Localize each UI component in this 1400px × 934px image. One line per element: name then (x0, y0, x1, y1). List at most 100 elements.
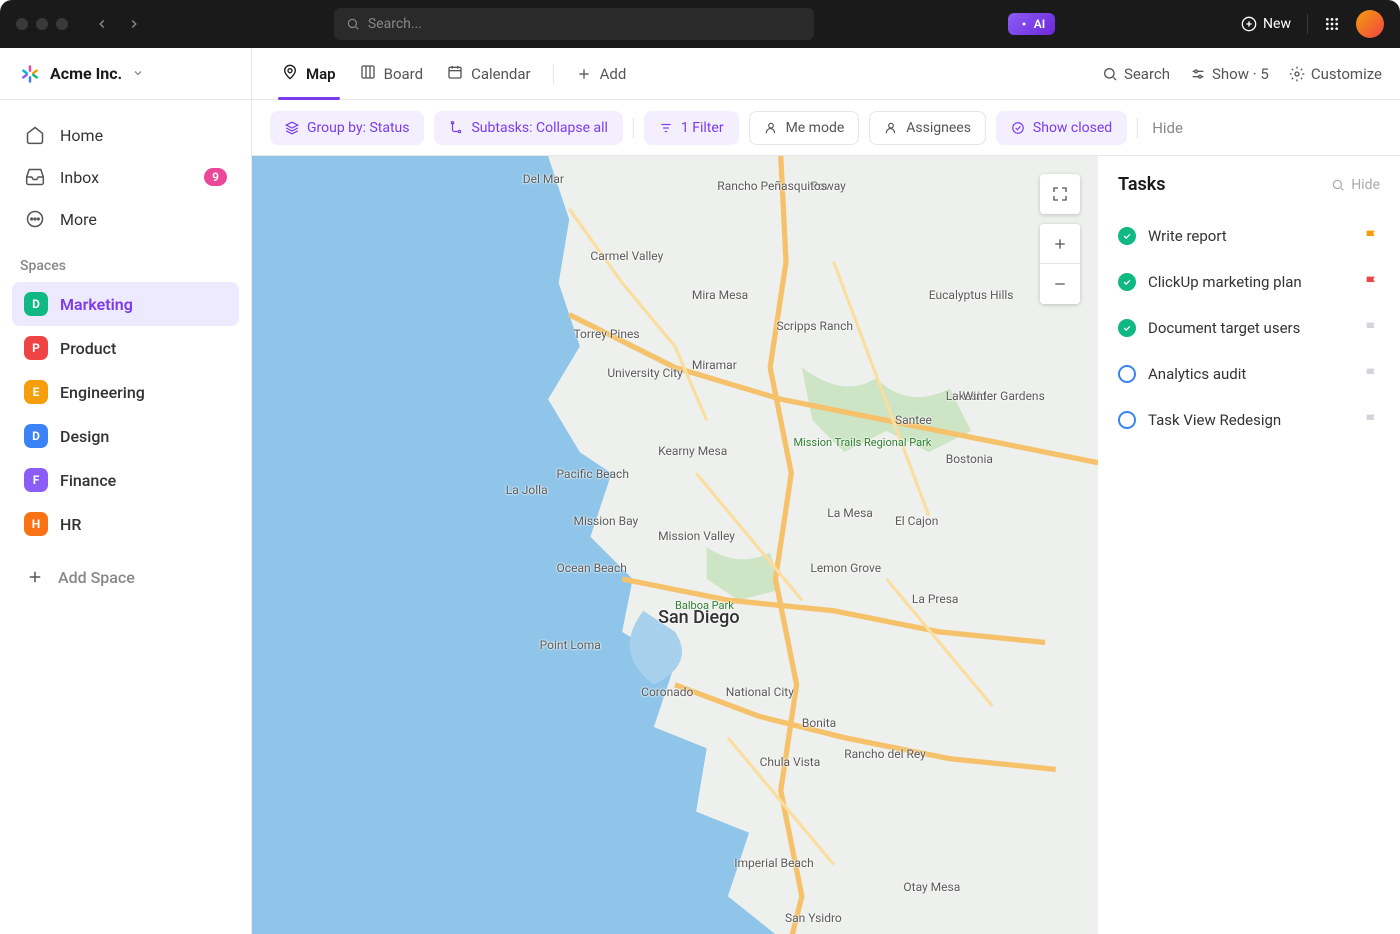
nav-back-button[interactable] (88, 10, 116, 38)
space-name: Marketing (60, 295, 133, 314)
space-name: Design (60, 427, 109, 446)
space-name: HR (60, 515, 81, 534)
flag-icon[interactable] (1364, 228, 1380, 244)
show-columns-button[interactable]: Show · 5 (1190, 65, 1269, 83)
sidebar-item-inbox[interactable]: Inbox 9 (12, 156, 239, 198)
minimize-window-icon[interactable] (36, 18, 48, 30)
sidebar-item-home[interactable]: Home (12, 114, 239, 156)
user-avatar[interactable] (1356, 10, 1384, 38)
space-item-finance[interactable]: F Finance (12, 458, 239, 502)
map-place-label: Carmel Valley (590, 249, 663, 263)
map-place-label: Point Loma (540, 638, 601, 652)
map-view[interactable]: San Diego Del MarCarmel ValleyTorrey Pin… (252, 156, 1098, 934)
task-row[interactable]: Analytics audit (1118, 351, 1380, 397)
new-button[interactable]: New (1241, 16, 1291, 32)
sparkle-icon (1018, 18, 1030, 30)
view-tabs: Map BoardCalendar Add Search Show · 5 Cus… (252, 48, 1400, 100)
space-name: Product (60, 339, 116, 358)
fullscreen-icon (1052, 186, 1068, 202)
task-status-icon[interactable] (1118, 227, 1136, 245)
assignees-pill[interactable]: Assignees (869, 111, 986, 145)
task-status-icon[interactable] (1118, 319, 1136, 337)
map-zoom-in-button[interactable] (1040, 224, 1080, 264)
tab-calendar[interactable]: Calendar (435, 48, 543, 99)
chevron-down-icon (132, 64, 144, 83)
tab-label: Map (306, 65, 336, 83)
sidebar-item-more[interactable]: More (12, 198, 239, 240)
grid-icon (1324, 16, 1340, 32)
map-place-label: Imperial Beach (734, 856, 814, 870)
map-zoom-out-button[interactable] (1040, 264, 1080, 304)
task-row[interactable]: ClickUp marketing plan (1118, 259, 1380, 305)
space-item-product[interactable]: P Product (12, 326, 239, 370)
plus-circle-icon (1241, 16, 1257, 32)
group-by-pill[interactable]: Group by: Status (270, 111, 424, 145)
divider (553, 64, 554, 84)
tab-map[interactable]: Map (270, 48, 348, 99)
filter-icon (659, 121, 673, 135)
me-mode-pill[interactable]: Me mode (749, 111, 860, 145)
add-space-button[interactable]: Add Space (12, 556, 239, 598)
space-avatar-icon: F (24, 468, 48, 492)
view-search-button[interactable]: Search (1102, 65, 1170, 83)
customize-button[interactable]: Customize (1289, 65, 1382, 83)
plus-icon (576, 66, 592, 82)
show-closed-pill[interactable]: Show closed (996, 111, 1127, 145)
space-item-hr[interactable]: H HR (12, 502, 239, 546)
search-icon (1102, 66, 1118, 82)
workspace-switcher[interactable]: Acme Inc. (0, 48, 251, 100)
close-window-icon[interactable] (16, 18, 28, 30)
search-icon (1331, 178, 1345, 192)
map-place-label: Mission Bay (573, 514, 638, 528)
flag-icon[interactable] (1364, 320, 1380, 336)
map-place-label: Torrey Pines (573, 327, 639, 341)
global-search-input[interactable]: Search... (334, 8, 814, 40)
task-status-icon[interactable] (1118, 273, 1136, 291)
task-row[interactable]: Task View Redesign (1118, 397, 1380, 443)
flag-icon[interactable] (1364, 366, 1380, 382)
task-status-icon[interactable] (1118, 411, 1136, 429)
calendar-icon (447, 64, 463, 84)
tab-board[interactable]: Board (348, 48, 435, 99)
filter-pill[interactable]: 1 Filter (644, 111, 739, 145)
filter-bar: Group by: Status Subtasks: Collapse all … (252, 100, 1400, 156)
ai-button[interactable]: AI (1008, 13, 1055, 35)
task-status-icon[interactable] (1118, 365, 1136, 383)
space-avatar-icon: H (24, 512, 48, 536)
space-item-marketing[interactable]: DMarketing (12, 282, 239, 326)
nav-forward-button[interactable] (120, 10, 148, 38)
map-place-label: Mission Valley (658, 529, 735, 543)
map-place-label: Santee (895, 413, 932, 427)
apps-grid-button[interactable] (1324, 16, 1340, 32)
maximize-window-icon[interactable] (56, 18, 68, 30)
flag-icon[interactable] (1364, 412, 1380, 428)
space-item-design[interactable]: DDesign (12, 414, 239, 458)
task-row[interactable]: Write report (1118, 213, 1380, 259)
task-name: Document target users (1148, 319, 1352, 337)
tasks-hide-button[interactable]: Hide (1331, 177, 1380, 193)
inbox-icon (24, 166, 46, 188)
check-circle-icon (1011, 121, 1025, 135)
map-place-label: Chula Vista (760, 755, 821, 769)
workspace-logo-icon (20, 64, 40, 84)
map-fullscreen-button[interactable] (1040, 174, 1080, 214)
space-name: Finance (60, 471, 116, 490)
task-name: ClickUp marketing plan (1148, 273, 1352, 291)
board-icon (360, 64, 376, 84)
space-avatar-icon: P (24, 336, 48, 360)
divider (1137, 118, 1138, 138)
task-row[interactable]: Document target users (1118, 305, 1380, 351)
layers-icon (285, 121, 299, 135)
flag-icon[interactable] (1364, 274, 1380, 290)
map-place-label: Mira Mesa (692, 288, 748, 302)
person-icon (764, 121, 778, 135)
space-item-engineering[interactable]: EEngineering (12, 370, 239, 414)
map-place-label: La Presa (912, 592, 959, 606)
location-icon (282, 64, 298, 84)
add-view-button[interactable]: Add (564, 48, 639, 99)
plus-icon (1052, 236, 1068, 252)
task-name: Task View Redesign (1148, 411, 1352, 429)
map-place-label: San Ysidro (785, 911, 842, 925)
hide-filters-button[interactable]: Hide (1152, 119, 1183, 137)
subtasks-pill[interactable]: Subtasks: Collapse all (434, 111, 622, 145)
